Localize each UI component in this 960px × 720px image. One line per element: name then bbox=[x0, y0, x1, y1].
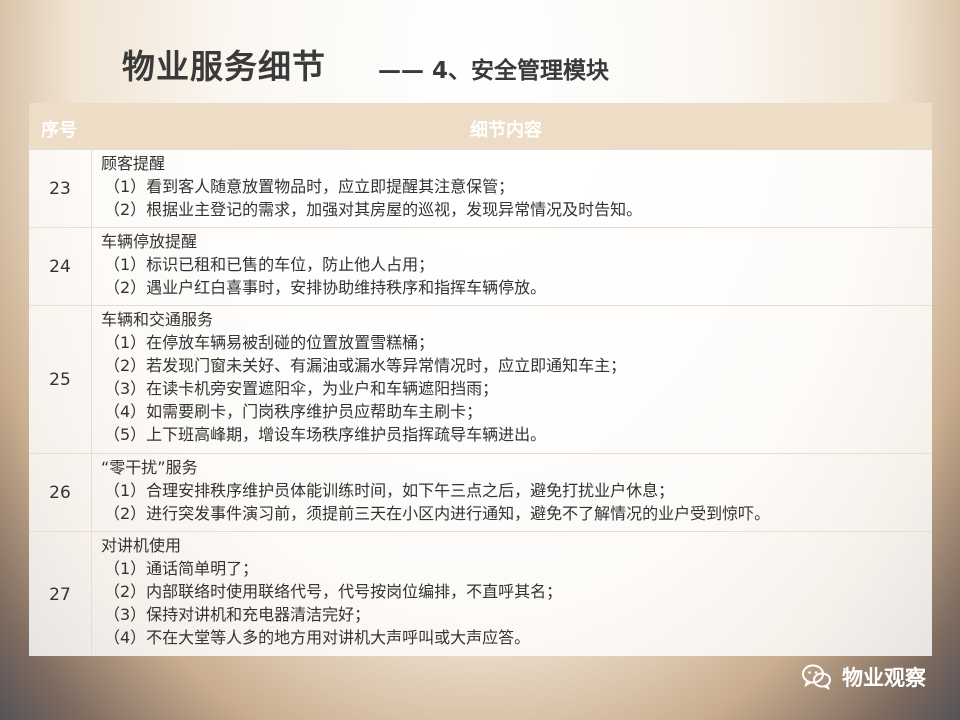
brand-text: 物业观察 bbox=[842, 666, 926, 690]
wechat-icon bbox=[802, 664, 831, 690]
table-row: 26 “零干扰”服务 （1）合理安排秩序维护员体能训练时间，如下午三点之后，避免… bbox=[29, 453, 932, 532]
row-number: 25 bbox=[49, 370, 71, 390]
table-header: 序号 细节内容 bbox=[29, 103, 932, 149]
page-title: 物业服务细节 bbox=[122, 47, 326, 86]
row-item: （1）标识已租和已售的车位，防止他人占用； bbox=[104, 255, 435, 274]
row-item: （4）如需要刷卡，门岗秩序维护员应帮助车主刷卡； bbox=[104, 402, 483, 421]
table-row: 24 车辆停放提醒 （1）标识已租和已售的车位，防止他人占用； （2）遇业户红白… bbox=[29, 227, 932, 306]
table-row: 25 车辆和交通服务 （1）在停放车辆易被刮碰的位置放置雪糕桶； （2）若发现门… bbox=[29, 305, 932, 454]
row-number: 23 bbox=[49, 179, 71, 199]
row-title: 车辆和交通服务 bbox=[101, 310, 214, 329]
row-item: （3）在读卡机旁安置遮阳伞，为业户和车辆遮阳挡雨； bbox=[104, 379, 499, 398]
row-title: 顾客提醒 bbox=[101, 154, 166, 173]
details-table: 序号 细节内容 23 顾客提醒 （1）看到客人随意放置物品时，应立即提醒其注意保… bbox=[29, 103, 932, 656]
row-item: （2）根据业主登记的需求，加强对其房屋的巡视，发现异常情况及时告知。 bbox=[104, 200, 643, 219]
row-number: 24 bbox=[49, 257, 71, 277]
row-item: （1）在停放车辆易被刮碰的位置放置雪糕桶； bbox=[104, 333, 435, 352]
column-header-content: 细节内容 bbox=[470, 120, 542, 141]
row-title: 车辆停放提醒 bbox=[101, 232, 198, 251]
row-number: 27 bbox=[49, 584, 71, 605]
table-row: 23 顾客提醒 （1）看到客人随意放置物品时，应立即提醒其注意保管； （2）根据… bbox=[29, 149, 932, 228]
row-item: （5）上下班高峰期，增设车场秩序维护员指挥疏导车辆进出。 bbox=[104, 425, 547, 444]
row-item: （3）保持对讲机和充电器清洁完好； bbox=[104, 605, 371, 624]
row-title: “零干扰”服务 bbox=[101, 458, 198, 477]
row-item: （1）看到客人随意放置物品时，应立即提醒其注意保管； bbox=[104, 177, 515, 196]
row-title: 对讲机使用 bbox=[101, 536, 182, 555]
column-header-number: 序号 bbox=[41, 120, 77, 141]
row-number: 26 bbox=[49, 483, 71, 503]
row-item: （2）遇业户红白喜事时，安排协助维持秩序和指挥车辆停放。 bbox=[104, 278, 547, 297]
row-item: （2）若发现门窗未关好、有漏油或漏水等异常情况时，应立即通知车主； bbox=[104, 356, 627, 375]
row-item: （2）进行突发事件演习前，须提前三天在小区内进行通知，避免不了解情况的业户受到惊… bbox=[104, 504, 771, 523]
table-row: 27 对讲机使用 （1）通话简单明了； （2）内部联络时使用联络代号，代号按岗位… bbox=[29, 531, 932, 657]
page-subtitle: —— 4、安全管理模块 bbox=[378, 58, 610, 84]
row-item: （2）内部联络时使用联络代号，代号按岗位编排，不直呼其名； bbox=[104, 582, 563, 601]
row-item: （1）通话简单明了； bbox=[104, 559, 259, 578]
row-item: （4）不在大堂等人多的地方用对讲机大声呼叫或大声应答。 bbox=[104, 628, 531, 647]
brand-watermark: 物业观察 bbox=[802, 662, 926, 692]
row-item: （1）合理安排秩序维护员体能训练时间，如下午三点之后，避免打扰业户休息； bbox=[104, 481, 675, 500]
